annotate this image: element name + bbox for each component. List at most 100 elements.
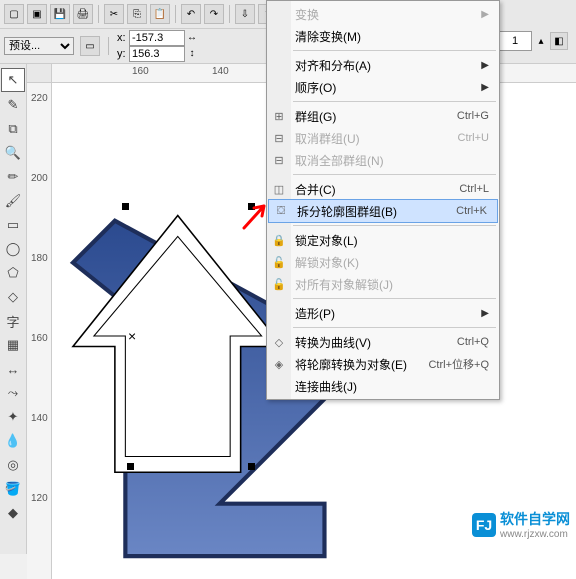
- pick-tool[interactable]: ↖: [1, 68, 25, 92]
- shape-tool[interactable]: ✎: [2, 94, 24, 116]
- menu-item: 变换▶: [267, 3, 499, 25]
- menu-item-icon: ◫: [271, 181, 287, 197]
- connector-tool[interactable]: ⤳: [2, 382, 24, 404]
- submenu-arrow-icon: ▶: [481, 308, 489, 319]
- eyedropper-tool[interactable]: 💧: [2, 430, 24, 452]
- zoom-tool[interactable]: 🔍: [2, 142, 24, 164]
- menu-item-label: 顺序(O): [295, 79, 475, 96]
- orientation-icon[interactable]: ▭: [80, 36, 100, 56]
- tb-copy-icon[interactable]: ⎘: [127, 4, 147, 24]
- menu-item-icon: ◈: [271, 356, 287, 372]
- menu-item-label: 取消群组(U): [295, 130, 458, 147]
- interactive-fill-tool[interactable]: ◆: [2, 502, 24, 524]
- effects-tool[interactable]: ✦: [2, 406, 24, 428]
- tool-palette: ↖ ✎ ⧉ 🔍 ✏ 🖌 ▭ ◯ ⬠ ◇ 字 ▦ ↔ ⤳ ✦ 💧 ◎ 🪣 ◆: [0, 64, 27, 554]
- menu-item: ⊟取消群组(U)Ctrl+U: [267, 127, 499, 149]
- tb-new-icon[interactable]: ▢: [4, 4, 24, 24]
- fill-tool[interactable]: 🪣: [2, 478, 24, 500]
- menu-item-label: 将轮廓转换为对象(E): [295, 356, 428, 373]
- menu-separator: [293, 101, 496, 102]
- menu-item-icon: ⊞: [271, 108, 287, 124]
- steps-input[interactable]: [498, 31, 532, 51]
- menu-item-shortcut: Ctrl+G: [457, 110, 489, 122]
- right-extra-icon[interactable]: ◧: [550, 32, 568, 50]
- menu-item-shortcut: Ctrl+L: [459, 183, 489, 195]
- text-tool[interactable]: 字: [2, 310, 24, 332]
- y-value[interactable]: 156.3: [129, 46, 185, 62]
- menu-item-label: 拆分轮廓图群组(B): [297, 203, 456, 220]
- x-value[interactable]: -157.3: [129, 30, 185, 46]
- right-panel: ▴ ◧: [494, 26, 576, 56]
- menu-item-label: 解锁对象(K): [295, 254, 489, 271]
- menu-item[interactable]: 🔒 锁定对象(L): [267, 229, 499, 251]
- tb-redo-icon[interactable]: ↷: [204, 4, 224, 24]
- menu-item[interactable]: 清除变换(M): [267, 25, 499, 47]
- height-icon: ↕: [185, 47, 199, 61]
- polygon-tool[interactable]: ⬠: [2, 262, 24, 284]
- menu-separator: [293, 225, 496, 226]
- ruler-corner: [27, 64, 52, 83]
- freehand-tool[interactable]: ✏: [2, 166, 24, 188]
- menu-item-label: 清除变换(M): [295, 28, 489, 45]
- menu-item-shortcut: Ctrl+位移+Q: [428, 356, 489, 372]
- sel-handle[interactable]: [122, 203, 129, 210]
- rectangle-tool[interactable]: ▭: [2, 214, 24, 236]
- menu-item-icon: 🔓: [271, 276, 287, 292]
- menu-item-shortcut: Ctrl+K: [456, 205, 487, 217]
- menu-item[interactable]: 连接曲线(J): [267, 375, 499, 397]
- menu-separator: [293, 298, 496, 299]
- vertical-ruler[interactable]: 220 200 180 160 140 120: [27, 83, 52, 579]
- menu-item: ⊟ 取消全部群组(N): [267, 149, 499, 171]
- ellipse-tool[interactable]: ◯: [2, 238, 24, 260]
- menu-item-icon: ⊟: [271, 152, 287, 168]
- tb-save-icon[interactable]: 💾: [50, 4, 70, 24]
- menu-item-icon: 🔓: [271, 254, 287, 270]
- watermark: FJ 软件自学网 www.rjzxw.com: [472, 509, 570, 540]
- basic-shapes-tool[interactable]: ◇: [2, 286, 24, 308]
- menu-item[interactable]: ◈ 将轮廓转换为对象(E)Ctrl+位移+Q: [267, 353, 499, 375]
- menu-item-label: 造形(P): [295, 305, 475, 322]
- tb-undo-icon[interactable]: ↶: [181, 4, 201, 24]
- sel-center[interactable]: ×: [128, 328, 136, 344]
- coord-box: x: -157.3 ↔ y: 156.3 ↕: [117, 30, 199, 62]
- sel-handle[interactable]: [248, 463, 255, 470]
- menu-item[interactable]: ⊞群组(G)Ctrl+G: [267, 105, 499, 127]
- tb-print-icon[interactable]: 🖨: [73, 4, 93, 24]
- tb-paste-icon[interactable]: 📋: [150, 4, 170, 24]
- smart-fill-tool[interactable]: 🖌: [2, 190, 24, 212]
- menu-item[interactable]: ◇转换为曲线(V)Ctrl+Q: [267, 331, 499, 353]
- x-label: x:: [117, 31, 129, 45]
- menu-item[interactable]: 对齐和分布(A)▶: [267, 54, 499, 76]
- menu-item-label: 合并(C): [295, 181, 459, 198]
- tb-import-icon[interactable]: ⇩: [235, 4, 255, 24]
- menu-item[interactable]: ◫ 合并(C)Ctrl+L: [267, 178, 499, 200]
- menu-item-label: 取消全部群组(N): [295, 152, 489, 169]
- menu-item-label: 变换: [295, 6, 475, 23]
- menu-separator: [293, 327, 496, 328]
- menu-item[interactable]: ⛋拆分轮廓图群组(B)Ctrl+K: [268, 199, 498, 223]
- outline-tool[interactable]: ◎: [2, 454, 24, 476]
- tb-open-icon[interactable]: ▣: [27, 4, 47, 24]
- menu-item-icon: 🔒: [271, 232, 287, 248]
- context-menu: 变换▶清除变换(M)对齐和分布(A)▶顺序(O)▶⊞群组(G)Ctrl+G⊟取消…: [266, 0, 500, 400]
- stepper-icon[interactable]: ▴: [534, 34, 548, 48]
- menu-item-label: 对齐和分布(A): [295, 57, 475, 74]
- tb-cut-icon[interactable]: ✂: [104, 4, 124, 24]
- submenu-arrow-icon: ▶: [481, 82, 489, 93]
- crop-tool[interactable]: ⧉: [2, 118, 24, 140]
- menu-item-label: 锁定对象(L): [295, 232, 489, 249]
- dimension-tool[interactable]: ↔: [2, 358, 24, 380]
- width-icon: ↔: [185, 31, 199, 45]
- menu-item-shortcut: Ctrl+U: [458, 132, 489, 144]
- table-tool[interactable]: ▦: [2, 334, 24, 356]
- sel-handle[interactable]: [127, 463, 134, 470]
- preset-select[interactable]: 预设...: [4, 37, 74, 55]
- menu-item: 🔓 解锁对象(K): [267, 251, 499, 273]
- menu-separator: [293, 50, 496, 51]
- y-label: y:: [117, 47, 129, 61]
- menu-item-label: 连接曲线(J): [295, 378, 489, 395]
- menu-item: 🔓对所有对象解锁(J): [267, 273, 499, 295]
- menu-item[interactable]: 顺序(O) ▶: [267, 76, 499, 98]
- menu-item[interactable]: 造形(P) ▶: [267, 302, 499, 324]
- sel-handle[interactable]: [248, 203, 255, 210]
